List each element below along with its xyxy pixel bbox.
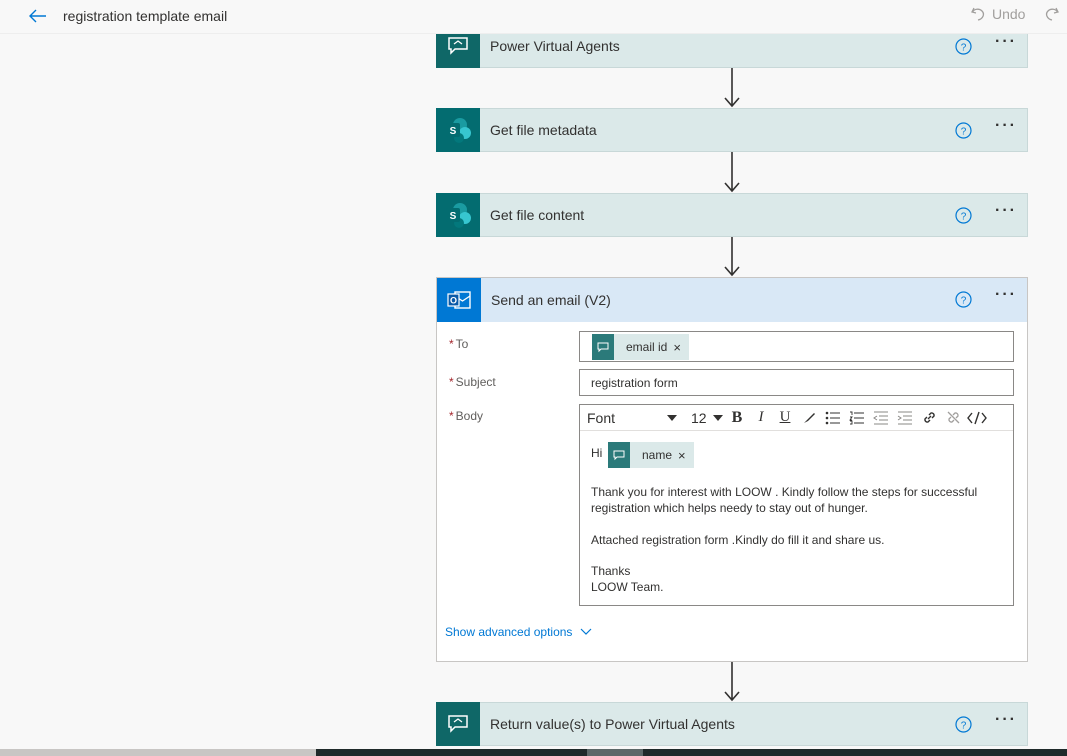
step-header[interactable]: S Get file content ? ··· bbox=[436, 192, 1028, 237]
svg-text:S: S bbox=[450, 211, 457, 222]
outlook-icon: O bbox=[437, 277, 481, 322]
step-header[interactable]: O Send an email (V2) ? ··· bbox=[437, 277, 1027, 322]
font-select[interactable]: Font bbox=[580, 406, 685, 430]
rich-text-toolbar: Font 12 B I U bbox=[580, 405, 1013, 431]
power-virtual-agents-icon bbox=[608, 442, 630, 468]
dropdown-arrow-icon bbox=[713, 414, 723, 421]
body-editor[interactable]: Font 12 B I U Hi name × Thank you for in… bbox=[579, 404, 1014, 606]
numbered-list-icon bbox=[849, 411, 864, 424]
help-icon[interactable]: ? bbox=[955, 291, 972, 308]
flow-arrow bbox=[724, 662, 740, 702]
insert-link-button[interactable] bbox=[917, 406, 941, 430]
step-title: Return value(s) to Power Virtual Agents bbox=[490, 716, 735, 732]
body-closing-2: LOOW Team. bbox=[591, 580, 664, 594]
dropdown-arrow-icon bbox=[667, 414, 677, 421]
power-virtual-agents-icon bbox=[592, 334, 614, 360]
body-paragraph-1-line-2: registration which helps needy to stay o… bbox=[591, 501, 868, 515]
sharepoint-icon: S bbox=[436, 107, 480, 152]
subject-field[interactable]: registration form bbox=[579, 369, 1014, 396]
link-icon bbox=[923, 412, 935, 423]
show-advanced-options-link[interactable]: Show advanced options bbox=[445, 625, 592, 639]
svg-text:S: S bbox=[450, 126, 457, 137]
code-icon bbox=[967, 411, 987, 424]
step-title: Get file content bbox=[490, 207, 585, 223]
step-title: Send an email (V2) bbox=[491, 291, 611, 308]
name-token[interactable]: name × bbox=[608, 442, 694, 468]
top-bar: registration template email Undo bbox=[0, 0, 1067, 34]
decrease-indent-button[interactable] bbox=[869, 406, 893, 430]
step-get-file-metadata[interactable]: S Get file metadata ? ··· bbox=[436, 107, 1028, 152]
body-paragraph-1-line-1: Thank you for interest with LOOW . Kindl… bbox=[591, 485, 978, 499]
svg-text:?: ? bbox=[961, 296, 967, 307]
to-field[interactable]: email id × bbox=[579, 331, 1014, 362]
more-options-button[interactable]: ··· bbox=[993, 34, 1019, 55]
increase-indent-button[interactable] bbox=[893, 406, 917, 430]
redo-icon bbox=[1045, 7, 1059, 21]
underline-button[interactable]: U bbox=[773, 406, 797, 430]
svg-text:O: O bbox=[450, 295, 457, 305]
body-label: * Body bbox=[449, 409, 484, 423]
remove-token-icon[interactable]: × bbox=[673, 340, 689, 355]
scrollbar-track bbox=[316, 749, 1067, 756]
more-options-button[interactable]: ··· bbox=[993, 287, 1019, 308]
back-button[interactable] bbox=[24, 3, 52, 29]
svg-text:?: ? bbox=[961, 43, 967, 54]
more-options-button[interactable]: ··· bbox=[993, 203, 1019, 224]
help-icon[interactable]: ? bbox=[955, 716, 972, 733]
flow-arrow bbox=[724, 237, 740, 277]
code-view-button[interactable] bbox=[965, 406, 989, 430]
step-send-email[interactable]: O Send an email (V2) ? ··· * To email id … bbox=[436, 277, 1028, 662]
step-get-file-content[interactable]: S Get file content ? ··· bbox=[436, 192, 1028, 237]
subject-value: registration form bbox=[591, 376, 678, 390]
help-icon[interactable]: ? bbox=[955, 207, 972, 224]
more-options-button[interactable]: ··· bbox=[993, 712, 1019, 733]
increase-indent-icon bbox=[897, 411, 912, 424]
bullet-list-button[interactable] bbox=[821, 406, 845, 430]
help-icon[interactable]: ? bbox=[955, 38, 972, 55]
step-title: Power Virtual Agents bbox=[490, 38, 620, 54]
svg-text:?: ? bbox=[961, 127, 967, 138]
undo-label: Undo bbox=[992, 6, 1026, 22]
step-header[interactable]: Return value(s) to Power Virtual Agents … bbox=[436, 701, 1028, 746]
token-label: email id bbox=[626, 340, 668, 354]
greeting-text: Hi bbox=[591, 446, 603, 460]
help-icon[interactable]: ? bbox=[955, 122, 972, 139]
horizontal-scrollbar[interactable] bbox=[0, 749, 1067, 756]
step-header[interactable]: S Get file metadata ? ··· bbox=[436, 107, 1028, 152]
to-label: * To bbox=[449, 337, 469, 351]
undo-icon bbox=[971, 7, 985, 21]
brush-icon bbox=[804, 412, 815, 423]
email-id-token[interactable]: email id × bbox=[592, 334, 689, 360]
scrollbar-thumb[interactable] bbox=[587, 749, 643, 756]
redo-button[interactable] bbox=[1044, 6, 1060, 27]
font-size-select[interactable]: 12 bbox=[685, 406, 725, 430]
step-return-values[interactable]: Return value(s) to Power Virtual Agents … bbox=[436, 701, 1028, 746]
power-virtual-agents-icon bbox=[436, 701, 480, 746]
svg-text:?: ? bbox=[961, 212, 967, 223]
step-title: Get file metadata bbox=[490, 122, 597, 138]
more-options-button[interactable]: ··· bbox=[993, 118, 1019, 139]
back-arrow-icon bbox=[29, 9, 46, 23]
decrease-indent-icon bbox=[873, 411, 888, 424]
chevron-down-icon bbox=[581, 628, 592, 635]
subject-label: * Subject bbox=[449, 375, 496, 389]
token-label: name bbox=[642, 448, 673, 462]
flow-title: registration template email bbox=[63, 8, 228, 24]
remove-link-button[interactable] bbox=[941, 406, 965, 430]
flow-arrow bbox=[724, 152, 740, 193]
undo-button[interactable]: Undo bbox=[970, 6, 1025, 22]
flow-arrow bbox=[724, 68, 740, 108]
svg-text:?: ? bbox=[961, 721, 967, 732]
unlink-icon bbox=[947, 411, 959, 424]
highlight-button[interactable] bbox=[797, 406, 821, 430]
sharepoint-icon: S bbox=[436, 192, 480, 237]
body-closing-1: Thanks bbox=[591, 564, 631, 578]
bold-button[interactable]: B bbox=[725, 406, 749, 430]
bullet-list-icon bbox=[825, 411, 840, 424]
numbered-list-button[interactable] bbox=[845, 406, 869, 430]
body-paragraph-2: Attached registration form .Kindly do fi… bbox=[591, 533, 885, 547]
italic-button[interactable]: I bbox=[749, 406, 773, 430]
remove-token-icon[interactable]: × bbox=[678, 448, 694, 463]
